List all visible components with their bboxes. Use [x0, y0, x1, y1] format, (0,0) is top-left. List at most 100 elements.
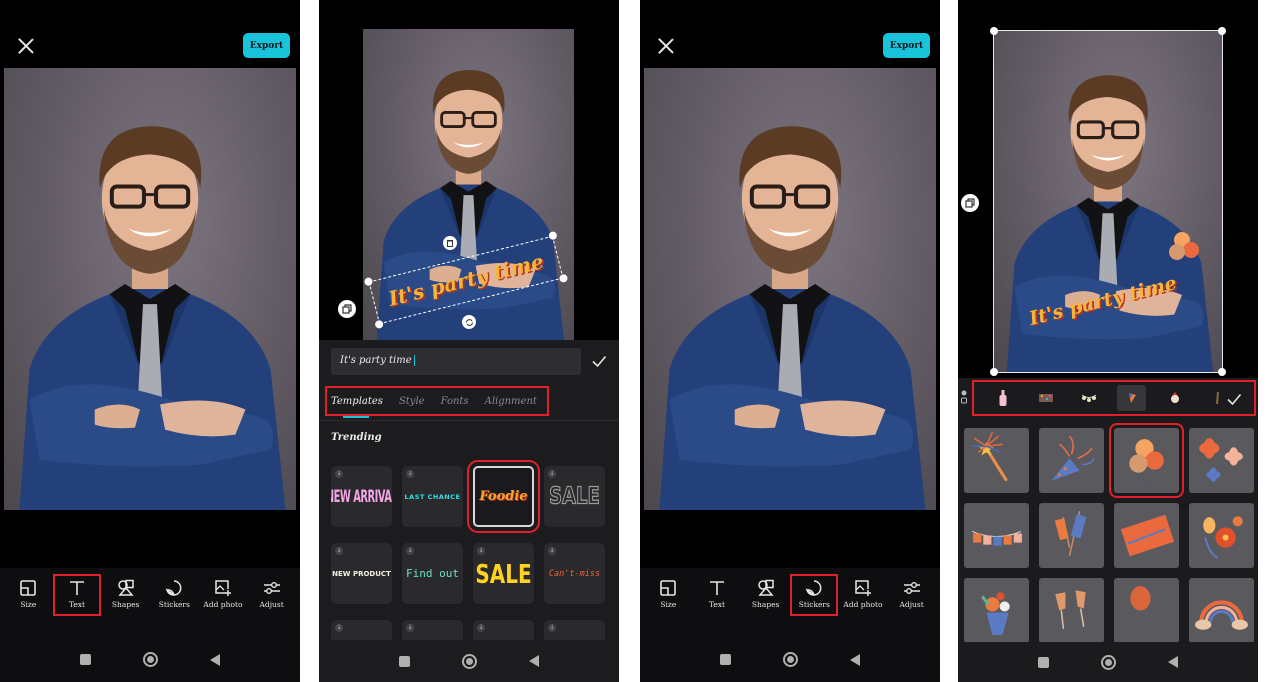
top-bar: Export: [640, 30, 940, 64]
template-item[interactable]: ↓ NEW ARRIVAL: [331, 466, 392, 527]
tool-stickers[interactable]: Stickers: [790, 574, 839, 616]
tool-stickers[interactable]: Stickers: [151, 575, 197, 615]
delete-icon[interactable]: [443, 236, 457, 250]
rotate-icon[interactable]: [462, 315, 476, 329]
happy-banner-icon: [971, 530, 1022, 546]
champagne-toast-icon: [1055, 590, 1086, 629]
close-icon[interactable]: [16, 36, 36, 56]
tool-adjust[interactable]: Adjust: [249, 575, 295, 615]
tool-size[interactable]: Size: [645, 575, 691, 615]
home-button[interactable]: [1101, 654, 1116, 670]
download-icon: ↓: [335, 624, 343, 632]
recents-button[interactable]: [1038, 656, 1049, 668]
sticker-single-balloon[interactable]: [1114, 578, 1179, 643]
template-label: Foodie: [479, 489, 528, 504]
template-item[interactable]: Foodie: [467, 460, 540, 533]
resize-handle[interactable]: [1218, 27, 1226, 35]
balloon-sticker[interactable]: [1166, 230, 1202, 272]
export-button[interactable]: Export: [883, 33, 930, 58]
category-confetti[interactable]: [1031, 385, 1060, 411]
text-icon: [709, 581, 724, 595]
back-button[interactable]: [1168, 656, 1178, 668]
template-item[interactable]: ↓ SALE: [544, 466, 605, 527]
home-button[interactable]: [783, 652, 798, 667]
add-photo-icon: [215, 580, 231, 596]
resize-handle[interactable]: [990, 368, 998, 376]
resize-handle[interactable]: [990, 27, 998, 35]
sticker-icon: [805, 580, 822, 596]
template-label: NEW PRODUCT: [332, 569, 391, 578]
sticker-bouquet[interactable]: [964, 578, 1029, 643]
flowers-icon: [1199, 438, 1243, 482]
recents-button[interactable]: [80, 654, 91, 665]
sticker-flowers[interactable]: [1189, 428, 1254, 493]
tab-templates[interactable]: Templates: [331, 396, 383, 418]
back-button[interactable]: [529, 655, 539, 667]
system-nav-bar: [319, 640, 619, 682]
single-balloon-icon: [1130, 586, 1151, 637]
home-button[interactable]: [143, 652, 158, 667]
photo-canvas[interactable]: [4, 68, 296, 510]
download-icon: ↓: [548, 547, 556, 555]
home-button[interactable]: [462, 653, 477, 669]
text-input[interactable]: It's party time: [331, 348, 581, 375]
rockets-icon: [1054, 510, 1087, 556]
category-garland[interactable]: [1074, 385, 1103, 411]
template-item[interactable]: ↓ LAST CHANCE: [402, 466, 463, 527]
sticker-champagne-toast[interactable]: [1039, 578, 1104, 643]
category-bottle[interactable]: [988, 385, 1017, 411]
tab-alignment[interactable]: Alignment: [485, 396, 537, 407]
sticker-sparkler[interactable]: [964, 428, 1029, 493]
sticker-category-bar: [972, 380, 1256, 416]
tool-text[interactable]: Text: [52, 574, 101, 616]
template-item[interactable]: ↓ Find out: [402, 543, 463, 604]
party-popper-icon: [1051, 435, 1095, 481]
sticker-happy-banner[interactable]: [964, 503, 1029, 568]
tab-style[interactable]: Style: [399, 396, 425, 407]
duplicate-icon[interactable]: [338, 300, 356, 318]
system-nav-bar: [640, 637, 940, 682]
template-label: Find out: [406, 567, 459, 580]
download-icon: ↓: [548, 470, 556, 478]
sticker-icon: [165, 580, 182, 596]
back-button[interactable]: [850, 653, 860, 666]
checkmark-icon[interactable]: [1226, 391, 1242, 407]
duplicate-icon[interactable]: [961, 194, 979, 212]
resize-handle[interactable]: [1218, 368, 1226, 376]
tool-text[interactable]: Text: [694, 575, 740, 615]
template-item[interactable]: ↓ Can't-miss: [544, 543, 605, 604]
tool-shapes[interactable]: Shapes: [103, 575, 149, 615]
sticker-gift-box[interactable]: [1114, 503, 1179, 568]
tool-add-photo[interactable]: Add photo: [840, 575, 886, 615]
tool-size[interactable]: Size: [5, 575, 51, 615]
sticker-rainbow[interactable]: [1189, 578, 1254, 643]
tool-shapes[interactable]: Shapes: [743, 575, 789, 615]
export-button[interactable]: Export: [243, 33, 290, 58]
system-nav-bar: [958, 642, 1258, 682]
recents-button[interactable]: [720, 654, 731, 665]
template-label: SALE: [475, 557, 532, 590]
bottom-toolbar: Size Text Shapes Stickers Add photo Adju…: [0, 574, 300, 616]
tab-fonts[interactable]: Fonts: [441, 396, 469, 407]
screen-sticker-picker: It's party time: [958, 0, 1258, 682]
checkmark-icon[interactable]: [591, 353, 607, 369]
back-button[interactable]: [210, 653, 220, 666]
download-icon: ↓: [406, 547, 414, 555]
close-icon[interactable]: [656, 36, 676, 56]
tool-add-photo[interactable]: Add photo: [200, 575, 246, 615]
download-icon: ↓: [477, 547, 485, 555]
category-santa[interactable]: [1160, 385, 1189, 411]
sticker-party-popper[interactable]: [1039, 428, 1104, 493]
template-label: SALE: [549, 482, 601, 511]
tool-adjust[interactable]: Adjust: [889, 575, 935, 615]
recents-button[interactable]: [399, 655, 410, 667]
sticker-rockets[interactable]: [1039, 503, 1104, 568]
add-photo-icon: [855, 580, 871, 596]
category-party-hat[interactable]: [1117, 385, 1146, 411]
template-item[interactable]: ↓ SALE: [473, 543, 534, 604]
sticker-balloons[interactable]: [1109, 423, 1184, 498]
sticker-flower-bunch[interactable]: [1189, 503, 1254, 568]
drag-handle-icon[interactable]: [961, 390, 967, 404]
template-item[interactable]: ↓ NEW PRODUCT: [331, 543, 392, 604]
photo-canvas[interactable]: [644, 68, 936, 510]
